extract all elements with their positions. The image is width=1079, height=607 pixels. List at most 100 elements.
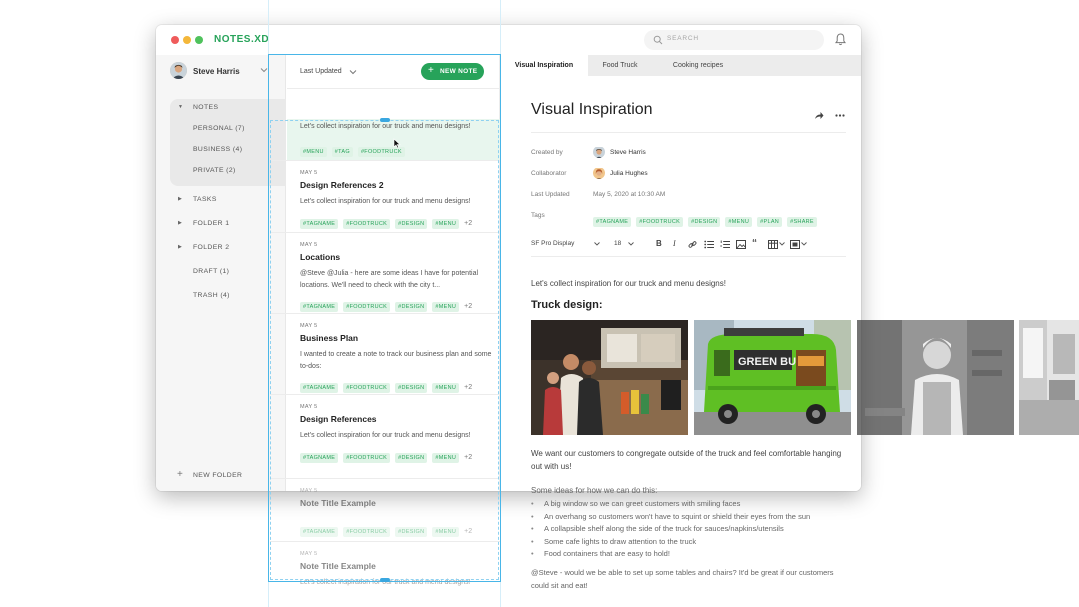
caret-down-icon[interactable]: ▼: [178, 104, 183, 110]
tag[interactable]: #TAGNAME: [300, 383, 339, 393]
ideas-intro[interactable]: Some ideas for how we can do this:: [531, 484, 851, 497]
resize-handle[interactable]: [380, 578, 390, 582]
font-size-select[interactable]: 18: [614, 240, 621, 247]
sidebar-item-business[interactable]: BUSINESS (4): [193, 146, 242, 153]
tag[interactable]: #FOODTRUCK: [343, 452, 391, 463]
tag[interactable]: #TAGNAME: [300, 527, 339, 537]
tab-visual-inspiration[interactable]: Visual Inspiration: [500, 55, 588, 76]
search-input[interactable]: SEARCH: [644, 30, 824, 50]
more-tags-count[interactable]: +2: [464, 528, 472, 535]
tag[interactable]: #MENU: [432, 302, 460, 312]
chevron-down-icon[interactable]: [801, 242, 807, 246]
numbered-list-icon[interactable]: [720, 240, 730, 249]
tab-cooking-recipes[interactable]: Cooking recipes: [652, 55, 744, 76]
caret-right-icon[interactable]: ▶: [178, 196, 182, 202]
tag[interactable]: #FOODTRUCK: [343, 383, 391, 393]
tag[interactable]: #TAGNAME: [300, 302, 339, 312]
tag[interactable]: #DESIGN: [395, 527, 428, 537]
more-tags-count[interactable]: +2: [464, 303, 472, 310]
ideas-list[interactable]: A big window so we can greet customers w…: [531, 498, 810, 561]
list-item[interactable]: MAY 5 Note Title Example Let's collect ins…: [270, 543, 500, 607]
caret-right-icon[interactable]: ▶: [178, 244, 182, 250]
link-icon[interactable]: [688, 240, 697, 249]
sidebar-item-private[interactable]: PRIVATE (2): [193, 167, 236, 174]
tag[interactable]: #PLAN: [757, 217, 783, 227]
tag[interactable]: #FOODTRUCK: [636, 217, 684, 227]
bullet-list-icon[interactable]: [704, 240, 714, 249]
chevron-down-icon[interactable]: [594, 242, 600, 246]
list-item[interactable]: MAY 5 Note Title Example #TAGNAME #FOODTRUC…: [270, 480, 500, 550]
user-name[interactable]: Steve Harris: [193, 67, 240, 76]
tag[interactable]: #SHARE: [787, 217, 817, 227]
tab-food-truck[interactable]: Food Truck: [588, 55, 652, 76]
new-folder-button[interactable]: NEW FOLDER: [193, 472, 242, 479]
list-item[interactable]: MAY 5 Locations @Steve @Julia - here are s…: [270, 234, 500, 312]
more-tags-count[interactable]: +2: [464, 454, 472, 461]
sidebar-item-trash[interactable]: TRASH (4): [193, 292, 230, 299]
photo-green-bus[interactable]: GREEN BUS: [694, 320, 851, 435]
maximize-window-dot[interactable]: [195, 36, 203, 44]
tag[interactable]: #MENU: [432, 527, 460, 537]
list-item[interactable]: MAY 5 Business Plan I wanted to create a n…: [270, 315, 500, 393]
tag[interactable]: #FOODTRUCK: [343, 218, 391, 229]
table-icon[interactable]: [768, 240, 778, 249]
more-icon[interactable]: [835, 114, 845, 117]
doc-paragraph[interactable]: We want our customers to congregate outs…: [531, 447, 851, 473]
note-body: Let's collect inspiration for our truck …: [300, 198, 471, 205]
sort-dropdown[interactable]: Last Updated: [300, 68, 342, 75]
doc-closing[interactable]: @Steve - would we be able to set up some…: [531, 567, 851, 592]
tag[interactable]: #TAG: [331, 147, 353, 157]
quote-icon[interactable]: “: [752, 238, 757, 249]
tag[interactable]: #MENU: [725, 217, 753, 227]
tag[interactable]: #DESIGN: [395, 302, 428, 312]
bold-icon[interactable]: B: [656, 239, 662, 248]
page-title[interactable]: Visual Inspiration: [531, 101, 653, 119]
tag[interactable]: #FOODTRUCK: [343, 302, 391, 312]
photo-cafe[interactable]: [1019, 320, 1079, 435]
chevron-down-icon[interactable]: [779, 242, 785, 246]
bell-icon[interactable]: [835, 33, 846, 46]
font-family-select[interactable]: SF Pro Display: [531, 240, 574, 247]
resize-handle[interactable]: [380, 118, 390, 122]
tag[interactable]: #DESIGN: [395, 452, 428, 463]
tag[interactable]: #DESIGN: [395, 383, 428, 393]
embed-icon[interactable]: [790, 240, 800, 249]
italic-icon[interactable]: I: [673, 239, 676, 248]
sidebar-item-notes[interactable]: NOTES: [193, 104, 218, 111]
doc-intro[interactable]: Let's collect inspiration for our truck …: [531, 277, 851, 290]
tag[interactable]: #DESIGN: [688, 217, 721, 227]
sidebar-item-personal[interactable]: PERSONAL (7): [193, 125, 245, 132]
image-icon[interactable]: [736, 240, 746, 249]
tag[interactable]: #FOODTRUCK: [343, 527, 391, 537]
section-heading[interactable]: Truck design:: [531, 299, 603, 311]
share-icon[interactable]: [814, 111, 824, 120]
close-window-dot[interactable]: [171, 36, 179, 44]
list-item[interactable]: MAY 5 Design References Let's collect insp…: [270, 396, 500, 466]
sidebar-item-folder-1[interactable]: FOLDER 1: [193, 220, 229, 227]
note-date: MAY 5: [300, 404, 318, 410]
minimize-window-dot[interactable]: [183, 36, 191, 44]
tag[interactable]: #TAGNAME: [300, 452, 339, 463]
chevron-down-icon[interactable]: [260, 67, 268, 73]
avatar[interactable]: [170, 62, 187, 79]
plus-icon[interactable]: +: [177, 469, 183, 480]
tag[interactable]: #MENU: [432, 452, 460, 463]
new-note-button[interactable]: + NEW NOTE: [421, 63, 484, 80]
tag[interactable]: #MENU: [432, 218, 460, 229]
more-tags-count[interactable]: +2: [464, 220, 472, 227]
sidebar-item-tasks[interactable]: TASKS: [193, 196, 217, 203]
tag[interactable]: #DESIGN: [395, 218, 428, 229]
tag[interactable]: #TAGNAME: [593, 217, 632, 227]
tag[interactable]: #MENU: [432, 383, 460, 393]
more-tags-count[interactable]: +2: [464, 384, 472, 391]
photo-chef[interactable]: [857, 320, 1014, 435]
chevron-down-icon[interactable]: [349, 69, 357, 75]
caret-right-icon[interactable]: ▶: [178, 220, 182, 226]
tag[interactable]: #TAGNAME: [300, 218, 339, 229]
chevron-down-icon[interactable]: [628, 242, 634, 246]
sidebar-item-folder-2[interactable]: FOLDER 2: [193, 244, 229, 251]
tag[interactable]: #MENU: [300, 147, 327, 157]
photo-food-truck-customers[interactable]: [531, 320, 688, 435]
sidebar-item-draft[interactable]: DRAFT (1): [193, 268, 229, 275]
list-item[interactable]: MAY 5 Design References 2 Let's collect in…: [270, 162, 500, 232]
